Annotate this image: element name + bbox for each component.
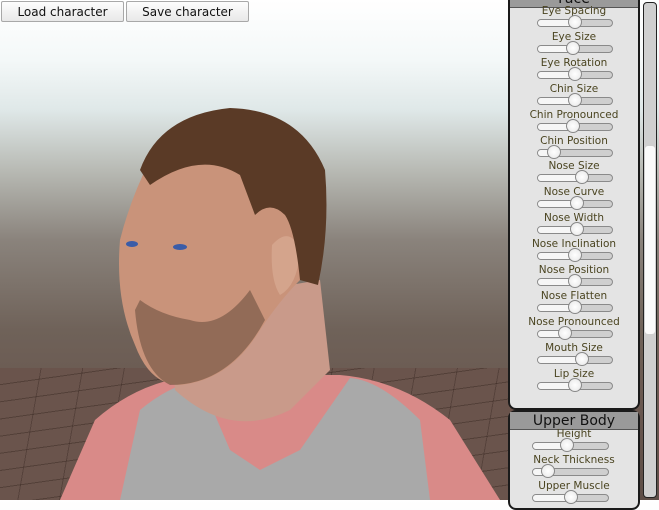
slider-label: Mouth Size: [545, 341, 603, 354]
slider-label: Nose Pronounced: [528, 315, 620, 328]
slider-label: Height: [556, 428, 592, 440]
slider-thumb[interactable]: [575, 351, 590, 366]
eye-right: [173, 244, 187, 250]
slider-track[interactable]: [537, 40, 613, 55]
slider-thumb[interactable]: [568, 66, 582, 81]
slider-track[interactable]: [537, 118, 613, 133]
slider-neck-thickness[interactable]: Neck Thickness: [510, 454, 638, 480]
slider-mouth-size[interactable]: Mouth Size: [510, 342, 638, 368]
slider-nose-inclination[interactable]: Nose Inclination: [510, 238, 638, 264]
slider-track[interactable]: [537, 196, 613, 211]
slider-chin-pronounced[interactable]: Chin Pronounced: [510, 109, 638, 135]
slider-eye-spacing[interactable]: Eye Spacing: [510, 5, 638, 31]
slider-track[interactable]: [537, 66, 613, 81]
eye-left: [126, 241, 138, 247]
slider-nose-width[interactable]: Nose Width: [510, 212, 638, 238]
slider-track[interactable]: [532, 463, 609, 478]
slider-height[interactable]: Height: [510, 428, 638, 454]
slider-thumb[interactable]: [570, 196, 585, 211]
slider-thumb[interactable]: [575, 170, 590, 185]
slider-nose-curve[interactable]: Nose Curve: [510, 186, 638, 212]
slider-thumb[interactable]: [547, 144, 562, 159]
slider-track[interactable]: [537, 274, 613, 288]
slider-track[interactable]: [537, 248, 613, 263]
slider-track[interactable]: [532, 438, 609, 452]
slider-track[interactable]: [537, 299, 613, 314]
slider-thumb[interactable]: [568, 299, 582, 314]
slider-track[interactable]: [537, 222, 613, 237]
slider-track[interactable]: [537, 325, 613, 340]
slider-upper-muscle[interactable]: Upper Muscle: [510, 480, 638, 506]
panel-scrollbar[interactable]: [643, 2, 657, 498]
slider-label: Nose Size: [548, 160, 600, 173]
slider-label: Chin Position: [540, 134, 608, 147]
character-viewport[interactable]: [0, 0, 520, 500]
slider-track[interactable]: [537, 92, 613, 107]
slider-thumb[interactable]: [568, 248, 582, 263]
slider-track[interactable]: [537, 144, 613, 159]
slider-track[interactable]: [537, 15, 613, 29]
slider-chin-position[interactable]: Chin Position: [510, 135, 638, 161]
slider-thumb[interactable]: [568, 15, 582, 29]
slider-nose-size[interactable]: Nose Size: [510, 160, 638, 186]
slider-thumb[interactable]: [541, 463, 555, 478]
scrollbar-thumb[interactable]: [645, 146, 655, 334]
face-panel: Face Eye SpacingEye SizeEye RotationChin…: [508, 0, 640, 410]
slider-track[interactable]: [537, 170, 613, 185]
slider-thumb[interactable]: [565, 40, 580, 55]
slider-thumb[interactable]: [565, 118, 580, 133]
slider-lip-size[interactable]: Lip Size: [510, 368, 638, 394]
slider-label: Neck Thickness: [533, 453, 615, 466]
slider-track[interactable]: [537, 351, 613, 366]
slider-eye-rotation[interactable]: Eye Rotation: [510, 57, 638, 83]
slider-thumb[interactable]: [558, 325, 573, 340]
slider-thumb[interactable]: [570, 222, 585, 237]
slider-chin-size[interactable]: Chin Size: [510, 83, 638, 109]
slider-thumb[interactable]: [559, 438, 574, 452]
slider-nose-flatten[interactable]: Nose Flatten: [510, 290, 638, 316]
slider-thumb[interactable]: [563, 489, 578, 504]
upper-body-panel: Upper Body Height Neck Thickness Upper Mus…: [508, 410, 640, 510]
slider-track[interactable]: [532, 489, 609, 504]
slider-thumb[interactable]: [568, 377, 582, 392]
slider-track[interactable]: [537, 377, 613, 392]
slider-nose-pronounced[interactable]: Nose Pronounced: [510, 316, 638, 342]
slider-thumb[interactable]: [568, 274, 582, 288]
slider-nose-position[interactable]: Nose Position: [510, 264, 638, 290]
load-character-button[interactable]: Load character: [1, 1, 124, 22]
slider-thumb[interactable]: [568, 92, 582, 107]
save-character-button[interactable]: Save character: [126, 1, 249, 22]
slider-eye-size[interactable]: Eye Size: [510, 31, 638, 57]
